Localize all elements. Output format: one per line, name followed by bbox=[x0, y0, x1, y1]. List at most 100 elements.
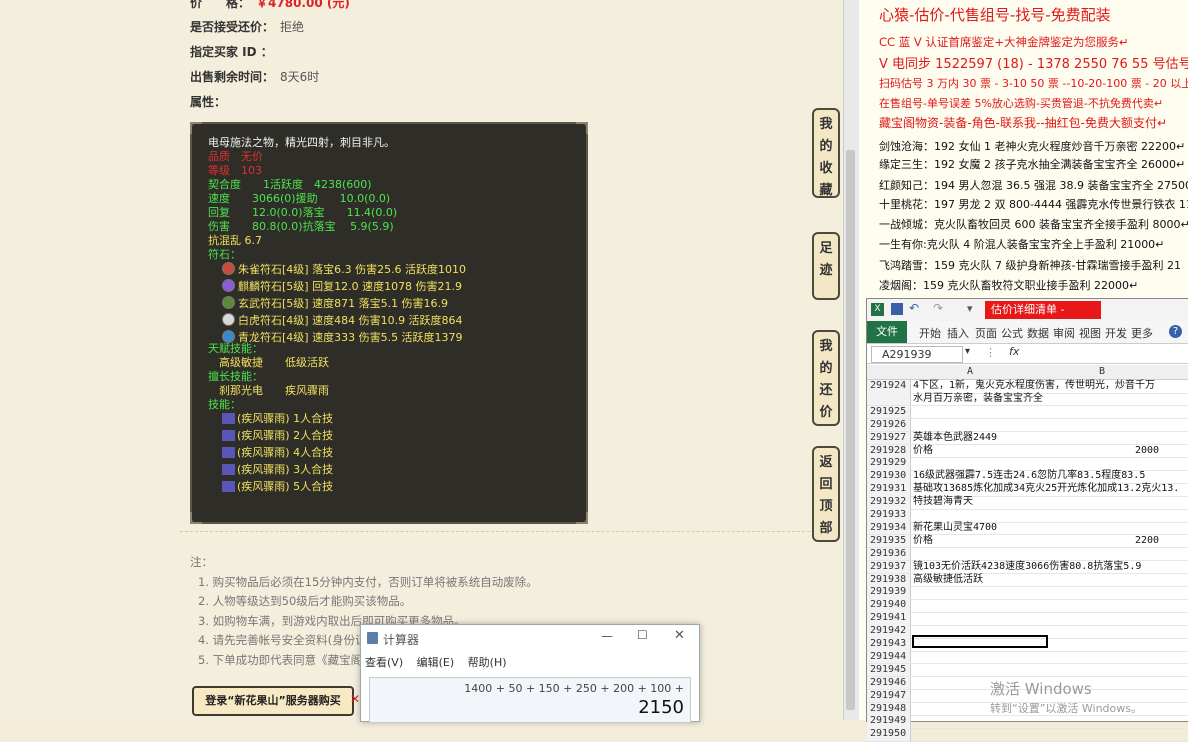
table-row[interactable]: 291934 新花果山灵宝4700 bbox=[867, 521, 1188, 536]
cell-a[interactable]: 水月百万亲密，装备宝宝齐全 bbox=[913, 393, 1043, 406]
buy-button[interactable]: 登录“新花果山”服务器购买 bbox=[192, 686, 354, 716]
row-number[interactable]: 291946 bbox=[867, 676, 911, 690]
tab-page[interactable]: 页面 bbox=[975, 325, 997, 341]
row-number[interactable]: 291942 bbox=[867, 625, 911, 638]
tab-file[interactable]: 文件 bbox=[867, 321, 907, 343]
selected-cell[interactable] bbox=[912, 635, 1048, 648]
row-number[interactable]: 291933 bbox=[867, 509, 911, 522]
tab-home[interactable]: 开始 bbox=[919, 325, 941, 341]
side-tab-back-to-top[interactable]: 返回顶部 bbox=[812, 446, 840, 542]
table-row[interactable]: 291939 bbox=[867, 586, 1188, 600]
table-row[interactable]: 291940 bbox=[867, 599, 1188, 613]
row-number[interactable]: 291936 bbox=[867, 547, 911, 561]
row-number[interactable]: 291945 bbox=[867, 663, 911, 677]
row-number[interactable]: 291939 bbox=[867, 586, 911, 599]
table-row[interactable]: 291941 bbox=[867, 612, 1188, 626]
table-row[interactable]: 291944 bbox=[867, 650, 1188, 665]
row-number[interactable]: 291941 bbox=[867, 612, 911, 625]
row-number[interactable]: 291944 bbox=[867, 650, 911, 664]
table-row[interactable]: 291926 bbox=[867, 418, 1188, 433]
row-number[interactable]: 291926 bbox=[867, 418, 911, 432]
row-number[interactable]: 291929 bbox=[867, 457, 911, 470]
cell-a[interactable]: 价格 bbox=[913, 445, 933, 458]
tab-review[interactable]: 审阅 bbox=[1053, 325, 1075, 341]
cell-a[interactable]: 高级敏捷低活跃 bbox=[913, 574, 983, 587]
tab-formulas[interactable]: 公式 bbox=[1001, 325, 1023, 341]
side-tab-favorites[interactable]: 我的收藏 bbox=[812, 108, 840, 198]
name-box[interactable]: A291939 bbox=[871, 346, 963, 363]
chevron-down-icon[interactable]: ▾ bbox=[965, 346, 970, 357]
maximize-icon[interactable]: ☐ bbox=[637, 628, 648, 642]
table-row[interactable]: 291945 bbox=[867, 663, 1188, 678]
table-row[interactable]: 291933 bbox=[867, 509, 1188, 523]
menu-edit[interactable]: 编辑(E) bbox=[417, 656, 455, 669]
minimize-icon[interactable]: — bbox=[601, 629, 613, 643]
row-number[interactable]: 291947 bbox=[867, 689, 911, 703]
row-number[interactable]: 291937 bbox=[867, 560, 911, 574]
row-number[interactable]: 291935 bbox=[867, 534, 911, 548]
menu-help[interactable]: 帮助(H) bbox=[468, 656, 507, 669]
excel-window[interactable]: X ↶ ↷ ▾ 估价详细清单 - Microsoft... 文件 开始 插入 页… bbox=[866, 298, 1188, 742]
table-row[interactable]: 291949 bbox=[867, 715, 1188, 729]
row-number[interactable]: 291949 bbox=[867, 715, 911, 728]
table-row[interactable]: 291936 bbox=[867, 547, 1188, 562]
cell-a[interactable]: 基础攻13685炼化加成34克火25开光炼化加成13.2克火13. bbox=[913, 483, 1179, 496]
row-number[interactable]: 291928 bbox=[867, 444, 911, 457]
side-tab-my-counteroffer[interactable]: 我的还价 bbox=[812, 330, 840, 426]
tab-data[interactable]: 数据 bbox=[1027, 325, 1049, 341]
table-row[interactable]: 291924 4下区，1新，鬼火克水程度伤害，传世明光，炒音千万 bbox=[867, 380, 1188, 394]
table-row[interactable]: 291935 价格 2200 bbox=[867, 534, 1188, 549]
help-icon[interactable]: ? bbox=[1169, 325, 1182, 338]
table-row[interactable]: 291929 bbox=[867, 457, 1188, 471]
column-header-b[interactable]: B bbox=[1099, 366, 1105, 377]
table-row[interactable]: 291931 基础攻13685炼化加成34克火25开光炼化加成13.2克火13. bbox=[867, 483, 1188, 497]
row-number[interactable]: 291950 bbox=[867, 728, 911, 741]
excel-grid[interactable]: A B 291924 4下区，1新，鬼火克水程度伤害，传世明光，炒音千万 水月百万亲… bbox=[867, 365, 1188, 742]
row-number[interactable]: 291940 bbox=[867, 599, 911, 612]
cell-b[interactable]: 2200 bbox=[1135, 535, 1159, 548]
cell-a[interactable]: 英雄本色武器2449 bbox=[913, 432, 997, 445]
row-number[interactable]: 291925 bbox=[867, 405, 911, 419]
cell-a[interactable]: 特技碧海青天 bbox=[913, 496, 973, 509]
row-number[interactable]: 291934 bbox=[867, 521, 911, 535]
tab-developer[interactable]: 开发 bbox=[1105, 325, 1127, 341]
row-number[interactable]: 291948 bbox=[867, 702, 911, 715]
table-row[interactable]: 291938 高级敏捷低活跃 bbox=[867, 573, 1188, 587]
cell-a[interactable]: 16级武器强霹7.5连击24.6忽防几率83.5程度83.5 bbox=[913, 470, 1145, 483]
redo-icon[interactable]: ↷ bbox=[933, 301, 943, 315]
table-row[interactable]: 291937 镜103无价活跃4238速度3066伤害80.8抗落宝5.9 bbox=[867, 560, 1188, 575]
row-number[interactable]: 291932 bbox=[867, 496, 911, 509]
customize-toolbar-icon[interactable]: ▾ bbox=[967, 302, 973, 315]
cell-a[interactable]: 4下区，1新，鬼火克水程度伤害，传世明光，炒音千万 bbox=[913, 380, 1155, 393]
side-tab-footprint[interactable]: 足迹 bbox=[812, 232, 840, 300]
tab-view[interactable]: 视图 bbox=[1079, 325, 1101, 341]
cell-a[interactable]: 价格 bbox=[913, 535, 933, 548]
column-header-a[interactable]: A bbox=[967, 366, 973, 377]
row-number[interactable]: 291938 bbox=[867, 573, 911, 586]
scrollbar-thumb[interactable] bbox=[846, 150, 855, 710]
tab-insert[interactable]: 插入 bbox=[947, 325, 969, 341]
save-icon[interactable] bbox=[891, 303, 903, 315]
row-number[interactable]: 291930 bbox=[867, 470, 911, 483]
row-number[interactable]: 291943 bbox=[867, 638, 911, 651]
tab-more[interactable]: 更多 bbox=[1131, 325, 1153, 341]
row-number[interactable]: 291927 bbox=[867, 431, 911, 445]
table-row[interactable]: 291927 英雄本色武器2449 bbox=[867, 431, 1188, 446]
menu-view[interactable]: 查看(V) bbox=[365, 656, 403, 669]
table-row[interactable]: 291928 价格 2000 bbox=[867, 444, 1188, 458]
row-number[interactable]: 291931 bbox=[867, 483, 911, 496]
cell-b[interactable]: 2000 bbox=[1135, 445, 1159, 458]
row-number[interactable] bbox=[867, 392, 911, 406]
close-icon[interactable]: ✕ bbox=[350, 692, 360, 706]
cell-a[interactable]: 新花果山灵宝4700 bbox=[913, 522, 997, 535]
table-row[interactable]: 291930 16级武器强霹7.5连击24.6忽防几率83.5程度83.5 bbox=[867, 470, 1188, 484]
calculator-window[interactable]: 计算器 — ☐ ✕ 查看(V) 编辑(E) 帮助(H) 1400 + 50 + … bbox=[360, 624, 700, 723]
table-row[interactable]: 291932 特技碧海青天 bbox=[867, 496, 1188, 510]
close-icon[interactable]: ✕ bbox=[674, 628, 685, 643]
table-row[interactable]: 291925 bbox=[867, 405, 1188, 420]
table-row[interactable]: 水月百万亲密，装备宝宝齐全 bbox=[867, 392, 1188, 407]
row-number[interactable]: 291924 bbox=[867, 380, 911, 393]
undo-icon[interactable]: ↶ bbox=[909, 301, 919, 315]
cell-a[interactable]: 镜103无价活跃4238速度3066伤害80.8抗落宝5.9 bbox=[913, 561, 1141, 574]
table-row[interactable]: 291950 bbox=[867, 728, 1188, 742]
